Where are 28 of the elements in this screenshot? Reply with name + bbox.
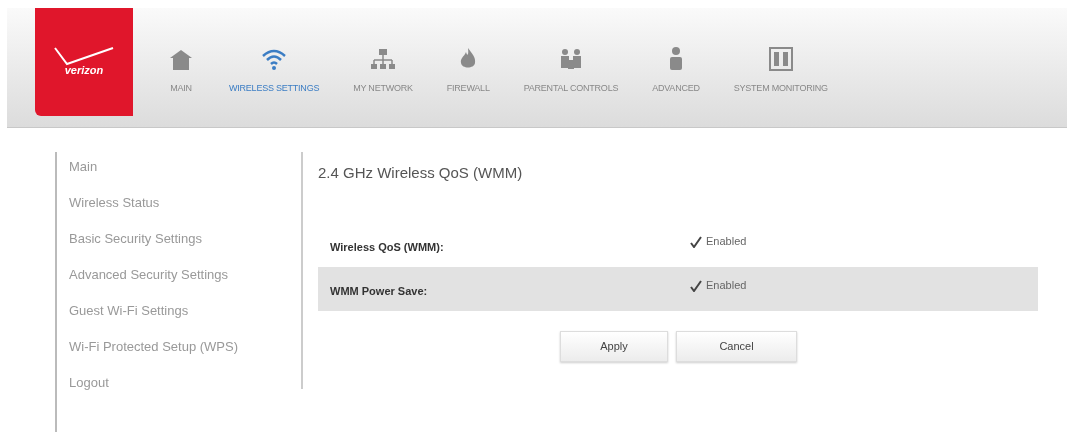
nav-tab[interactable]: MY NETWORK: [349, 44, 417, 98]
cancel-button[interactable]: Cancel: [676, 330, 797, 362]
sidebar-link[interactable]: Advanced Security Settings: [69, 264, 249, 286]
nav-tab[interactable]: FIREWALL: [442, 44, 494, 98]
sidebar-link[interactable]: Main: [69, 156, 249, 178]
nav-tab[interactable]: MAIN: [163, 44, 199, 98]
network-icon: [369, 46, 397, 72]
apply-button[interactable]: Apply: [560, 330, 668, 362]
sidebar-link[interactable]: Basic Security Settings: [69, 228, 249, 250]
page-title: 2.4 GHz Wireless QoS (WMM): [318, 163, 524, 183]
field-label: WMM Power Save:: [330, 284, 429, 300]
sidebar-link[interactable]: Wireless Status: [69, 192, 249, 214]
checkbox-label: Enabled: [706, 234, 747, 250]
sidebar-link[interactable]: Logout: [69, 372, 249, 394]
nav-tab[interactable]: WIRELESS SETTINGS: [225, 44, 324, 98]
nav-tab[interactable]: PARENTAL CONTROLS: [519, 44, 623, 98]
checkmark-icon: [53, 45, 115, 66]
sidebar-link[interactable]: Wi-Fi Protected Setup (WPS): [69, 336, 249, 358]
checkbox[interactable]: [690, 235, 702, 248]
nav-tab[interactable]: ADVANCED: [648, 44, 704, 98]
sidebar-link[interactable]: Guest Wi-Fi Settings: [69, 300, 249, 322]
checkbox-label: Enabled: [706, 278, 747, 294]
monitor-icon: [766, 46, 795, 72]
checkbox[interactable]: [690, 279, 702, 292]
nav-tab[interactable]: SYSTEM MONITORING: [729, 44, 832, 98]
field-label: Wireless QoS (WMM):: [330, 240, 445, 256]
logo[interactable]: verizon: [35, 8, 133, 116]
logo-text: verizon: [64, 62, 104, 78]
